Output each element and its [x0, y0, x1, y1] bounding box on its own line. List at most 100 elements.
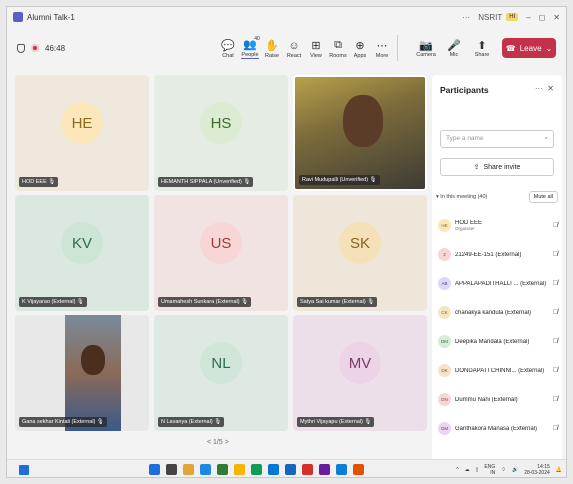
participant-name-text: 21249-EE-151 (External) [455, 251, 522, 258]
participant-tile[interactable]: Gana sekhar Kintali (External) 🎙 [15, 315, 149, 431]
taskbar-app-icon[interactable] [200, 464, 211, 475]
in-meeting-section: ▾ In this meeting (40) Mute all [436, 191, 558, 203]
participant-list-item[interactable]: 2 21249-EE-151 (External) 🎙̸ [438, 240, 558, 269]
participant-name: DONDAPATI CHINNI... (External) [455, 368, 551, 374]
mic-off-icon[interactable]: 🎙̸ [553, 280, 558, 287]
timer-text: 46:48 [45, 43, 66, 53]
widgets-icon[interactable] [19, 464, 29, 475]
battery-icon[interactable]: ▯ [476, 467, 479, 473]
share-icon: ⬆ [477, 39, 487, 52]
taskbar-app-icon[interactable] [217, 464, 228, 475]
participant-avatar: 2 [438, 248, 451, 261]
taskbar-app-icon[interactable] [234, 464, 245, 475]
mic-off-icon[interactable]: 🎙̸ [553, 251, 558, 258]
participant-avatar: HS [200, 102, 242, 144]
participant-name-label: HOD EEE 🎙 [19, 177, 59, 187]
participant-name-label: Mythri Vijayapu (External) 🎙 [297, 417, 375, 427]
share-button[interactable]: ⬆ Share [468, 38, 496, 59]
people-button[interactable]: 👥 40 People [239, 36, 261, 59]
participant-search-input[interactable]: Type a name ⌕ [440, 130, 554, 148]
share-invite-button[interactable]: ⇪ Share invite [440, 158, 554, 176]
participant-list-item[interactable]: DM Deepika Mandala (External) 🎙̸ [438, 327, 558, 356]
more-options-icon[interactable]: ··· [462, 13, 470, 22]
rooms-button[interactable]: ⧉ Rooms [327, 39, 349, 59]
restore-icon[interactable]: ◻ [539, 13, 546, 22]
taskbar-app-icon[interactable] [183, 464, 194, 475]
camera-button[interactable]: 📷 Camera [412, 38, 440, 59]
participant-list-item[interactable]: CK chanakya kandula (External) 🎙̸ [438, 298, 558, 327]
rooms-icon: ⧉ [334, 39, 342, 51]
more-label: More [375, 52, 389, 59]
participant-list-item[interactable]: DN Dummu Nani (External) 🎙̸ [438, 385, 558, 414]
participant-tile[interactable]: MV Mythri Vijayapu (External) 🎙 [293, 315, 427, 431]
react-button[interactable]: ☺ React [283, 39, 305, 59]
in-meeting-toggle[interactable]: ▾ In this meeting (40) [436, 194, 487, 200]
chevron-up-icon[interactable]: ^ [456, 467, 458, 473]
view-button[interactable]: ⊞ View [305, 39, 327, 59]
raise-button[interactable]: ✋ Raise [261, 39, 283, 59]
clock[interactable]: 14:15 28-03-2024 [524, 464, 550, 476]
close-icon[interactable]: ✕ [553, 13, 560, 22]
participant-name: HOD EEE Organiser [455, 220, 551, 231]
taskbar-app-icon[interactable] [251, 464, 262, 475]
mic-off-icon[interactable]: 🎙̸ [553, 338, 558, 345]
wifi-icon[interactable]: ⌔ [501, 467, 506, 473]
close-icon[interactable]: ✕ [547, 84, 554, 93]
participant-tile[interactable]: KV K Vijayarao (External) 🎙 [15, 195, 149, 311]
taskbar-app-icon[interactable] [336, 464, 347, 475]
chat-button[interactable]: 💬 Chat [217, 39, 239, 59]
participant-name: Dummu Nani (External) [455, 397, 551, 403]
mic-off-icon[interactable]: 🎙̸ [553, 309, 558, 316]
taskbar-app-icon[interactable] [353, 464, 364, 475]
participant-tile[interactable]: Ravi Mudupalli (Unverified) 🎙 [293, 75, 427, 191]
participant-tile[interactable]: HE HOD EEE 🎙 [15, 75, 149, 191]
taskbar-app-icon[interactable] [268, 464, 279, 475]
mute-all-button[interactable]: Mute all [528, 191, 558, 203]
mic-off-icon[interactable]: 🎙̸ [553, 425, 558, 432]
mic-off-icon[interactable]: 🎙̸ [553, 367, 558, 374]
participant-avatar: HE [438, 219, 451, 232]
participant-list-item[interactable]: GM Ganthakora Manasa (External) 🎙̸ [438, 414, 558, 443]
participant-tile[interactable]: SK Satya Sai kumar (External) 🎙 [293, 195, 427, 311]
mic-label: Mic [449, 52, 459, 58]
leave-button[interactable]: ☎ Leave ⌄ [502, 38, 556, 58]
minimize-icon[interactable]: – [526, 13, 530, 22]
mic-button[interactable]: 🎤 Mic [440, 38, 468, 59]
chat-label: Chat [222, 52, 234, 59]
gallery-pager[interactable]: < 1/5 > [207, 439, 229, 446]
apps-button[interactable]: ⊕ Apps [349, 39, 371, 59]
participant-list-item[interactable]: DK DONDAPATI CHINNI... (External) 🎙̸ [438, 356, 558, 385]
chevron-down-icon[interactable]: ⌄ [546, 44, 553, 53]
participant-video [295, 77, 425, 189]
cloud-icon[interactable]: ☁ [465, 467, 470, 473]
more-button[interactable]: ⋯ More [371, 39, 393, 59]
taskbar-app-icon[interactable] [302, 464, 313, 475]
language-indicator[interactable]: ENG IN [484, 464, 495, 476]
participant-avatar: DN [438, 393, 451, 406]
participant-avatar: DK [438, 364, 451, 377]
participant-list-item[interactable]: HE HOD EEE Organiser 🎙̸ [438, 211, 558, 240]
windows-taskbar: ^ ☁ ▯ ENG IN ⌔ 🔊 14:15 28-03-2024 🔔 [7, 459, 566, 477]
taskbar-app-icon[interactable] [319, 464, 330, 475]
notification-bell-icon[interactable]: 🔔 [556, 467, 562, 473]
taskbar-app-icon[interactable] [166, 464, 177, 475]
participant-tile[interactable]: US Umamahesh Sunkara (External) 🎙 [154, 195, 288, 311]
mic-off-icon[interactable]: 🎙̸ [553, 396, 558, 403]
participant-list-item[interactable]: AB APPALAPADITHALLI ... (External) 🎙̸ [438, 269, 558, 298]
chat-icon: 💬 [221, 40, 235, 52]
tenant-switcher[interactable]: NSRIT HI [478, 13, 519, 22]
participant-video [65, 315, 121, 431]
mic-off-icon[interactable]: 🎙̸ [553, 222, 558, 229]
participant-tile[interactable]: HS HEMANTH SIPPALA (Unverified) 🎙 [154, 75, 288, 191]
more-icon[interactable]: ··· [535, 84, 543, 93]
system-tray: ^ ☁ ▯ ENG IN ⌔ 🔊 14:15 28-03-2024 🔔 [456, 464, 562, 476]
taskbar-app-icon[interactable] [149, 464, 160, 475]
volume-icon[interactable]: 🔊 [512, 467, 518, 473]
participant-name: 21249-EE-151 (External) [455, 252, 551, 258]
participant-avatar: AB [438, 277, 451, 290]
participant-name: Deepika Mandala (External) [455, 339, 551, 345]
participants-panel: Participants ··· ✕ Type a name ⌕ ⇪ Share… [432, 75, 562, 463]
participant-name-text: chanakya kandula (External) [455, 309, 532, 316]
participant-tile[interactable]: NL N Lavanya (External) 🎙 [154, 315, 288, 431]
taskbar-app-icon[interactable] [285, 464, 296, 475]
